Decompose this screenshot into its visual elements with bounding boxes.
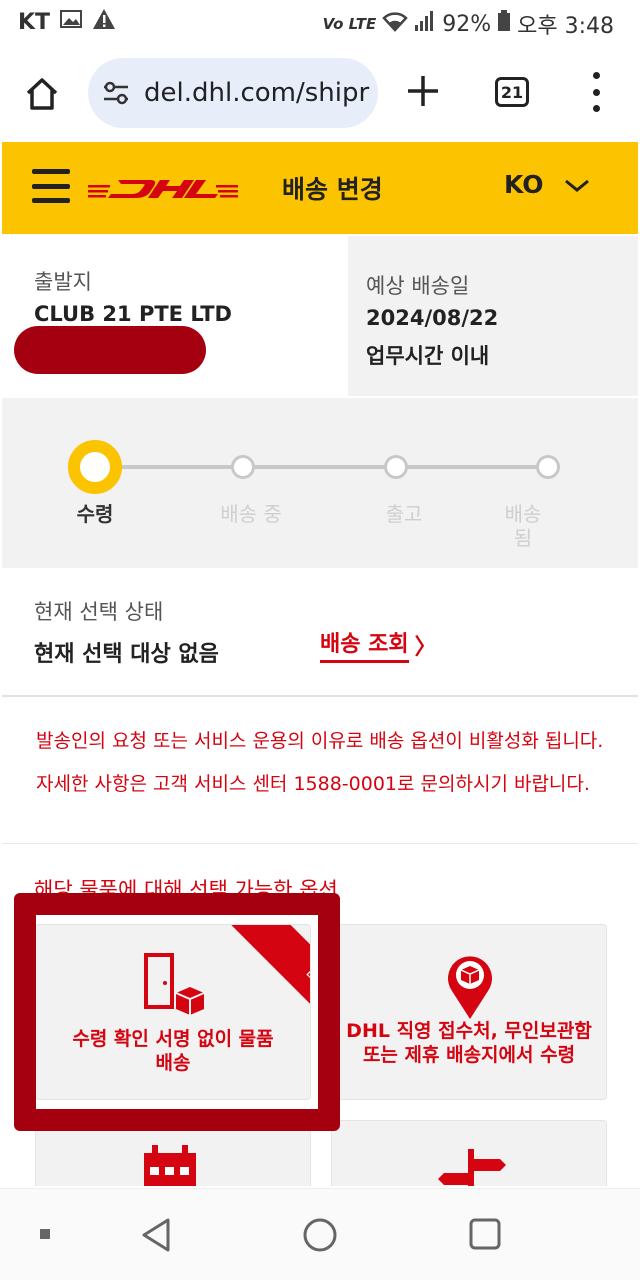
- status-bar: KT Vo LTE 92% 오후 3:48: [0, 0, 640, 44]
- map-pin-package-icon: [444, 949, 496, 1025]
- selection-status-label: 현재 선택 상태: [34, 600, 164, 624]
- service-notice: 발송인의 요청 또는 서비스 운용의 이유로 배송 옵션이 비활성화 됩니다. …: [2, 698, 638, 844]
- chevron-down-icon[interactable]: [564, 170, 590, 199]
- wifi-icon: [382, 10, 408, 38]
- new-tab-icon[interactable]: [404, 72, 442, 110]
- more-menu-icon[interactable]: [588, 72, 604, 112]
- hamburger-menu-icon[interactable]: [32, 169, 70, 203]
- browser-toolbar: del.dhl.com/shipr 21: [0, 44, 640, 140]
- option-card-redirect[interactable]: [331, 1120, 607, 1186]
- back-icon[interactable]: [140, 1217, 172, 1257]
- page-title: 배송 변경: [282, 175, 383, 204]
- redacted-address: [14, 326, 206, 374]
- step-label-dispatched: 출고: [385, 502, 423, 526]
- step-dot-active: [68, 440, 122, 494]
- track-shipment-link[interactable]: 배송 조회 〉: [320, 626, 437, 663]
- step-dot: [536, 455, 560, 479]
- calendar-icon: [140, 1145, 200, 1186]
- option-label-pickup-point: DHL 직영 접수처, 무인보관함 또는 제휴 배송지에서 수령: [346, 1020, 592, 1066]
- volte-label: Vo LTE: [322, 15, 377, 33]
- address-bar[interactable]: del.dhl.com/shipr: [88, 58, 378, 128]
- gallery-icon: [60, 9, 83, 35]
- origin-panel: 출발지 CLUB 21 PTE LTD: [2, 236, 346, 396]
- overview-square-icon[interactable]: [468, 1217, 502, 1255]
- tab-switcher-button[interactable]: 21: [495, 77, 529, 107]
- step-label-in-transit: 배송 중: [220, 502, 282, 526]
- site-settings-icon[interactable]: [100, 77, 132, 109]
- battery-icon: [497, 10, 511, 38]
- battery-percent: 92%: [442, 11, 492, 37]
- url-text[interactable]: del.dhl.com/shipr: [144, 78, 369, 108]
- chevron-right-icon[interactable]: 〉: [415, 629, 437, 661]
- home-circle-icon[interactable]: [302, 1217, 338, 1257]
- warning-icon: [92, 8, 116, 36]
- notice-text: 발송인의 요청 또는 서비스 운용의 이유로 배송 옵션이 비활성화 됩니다. …: [36, 730, 604, 795]
- step-label-received: 수령: [76, 502, 114, 526]
- signal-icon: [414, 10, 436, 38]
- eta-panel: 예상 배송일 2024/08/22 업무시간 이내: [348, 236, 638, 396]
- language-select[interactable]: KO: [504, 170, 590, 199]
- home-icon[interactable]: [22, 74, 62, 114]
- recent-apps-dot-icon[interactable]: [40, 1229, 50, 1239]
- delivery-progress: 수령 배송 중 출고 배송 됨: [2, 398, 638, 568]
- track-link-label[interactable]: 배송 조회: [320, 626, 409, 663]
- shipment-info: 출발지 CLUB 21 PTE LTD 예상 배송일 2024/08/22 업무…: [2, 236, 638, 396]
- origin-label: 출발지: [34, 270, 92, 294]
- eta-date: 2024/08/22: [366, 306, 499, 330]
- progress-track: [97, 465, 547, 469]
- carrier-label: KT: [18, 9, 51, 35]
- clock: 오후 3:48: [517, 14, 614, 39]
- origin-value: CLUB 21 PTE LTD: [34, 302, 232, 326]
- system-nav-bar: [0, 1188, 640, 1280]
- option-card-pickup-point[interactable]: DHL 직영 접수처, 무인보관함 또는 제휴 배송지에서 수령: [331, 924, 607, 1100]
- step-dot: [384, 455, 408, 479]
- dhl-logo[interactable]: [88, 172, 238, 204]
- eta-time: 업무시간 이내: [366, 344, 490, 368]
- highlight-frame: [14, 893, 340, 1131]
- signpost-icon: [436, 1149, 506, 1186]
- step-label-delivered: 배송 됨: [504, 502, 542, 550]
- current-selection: 현재 선택 상태 현재 선택 대상 없음 배송 조회 〉: [2, 570, 638, 697]
- step-dot: [231, 455, 255, 479]
- site-header: 배송 변경 KO: [2, 142, 638, 234]
- selection-status-value: 현재 선택 대상 없음: [34, 642, 219, 667]
- language-label[interactable]: KO: [504, 170, 544, 199]
- eta-label: 예상 배송일: [366, 274, 470, 298]
